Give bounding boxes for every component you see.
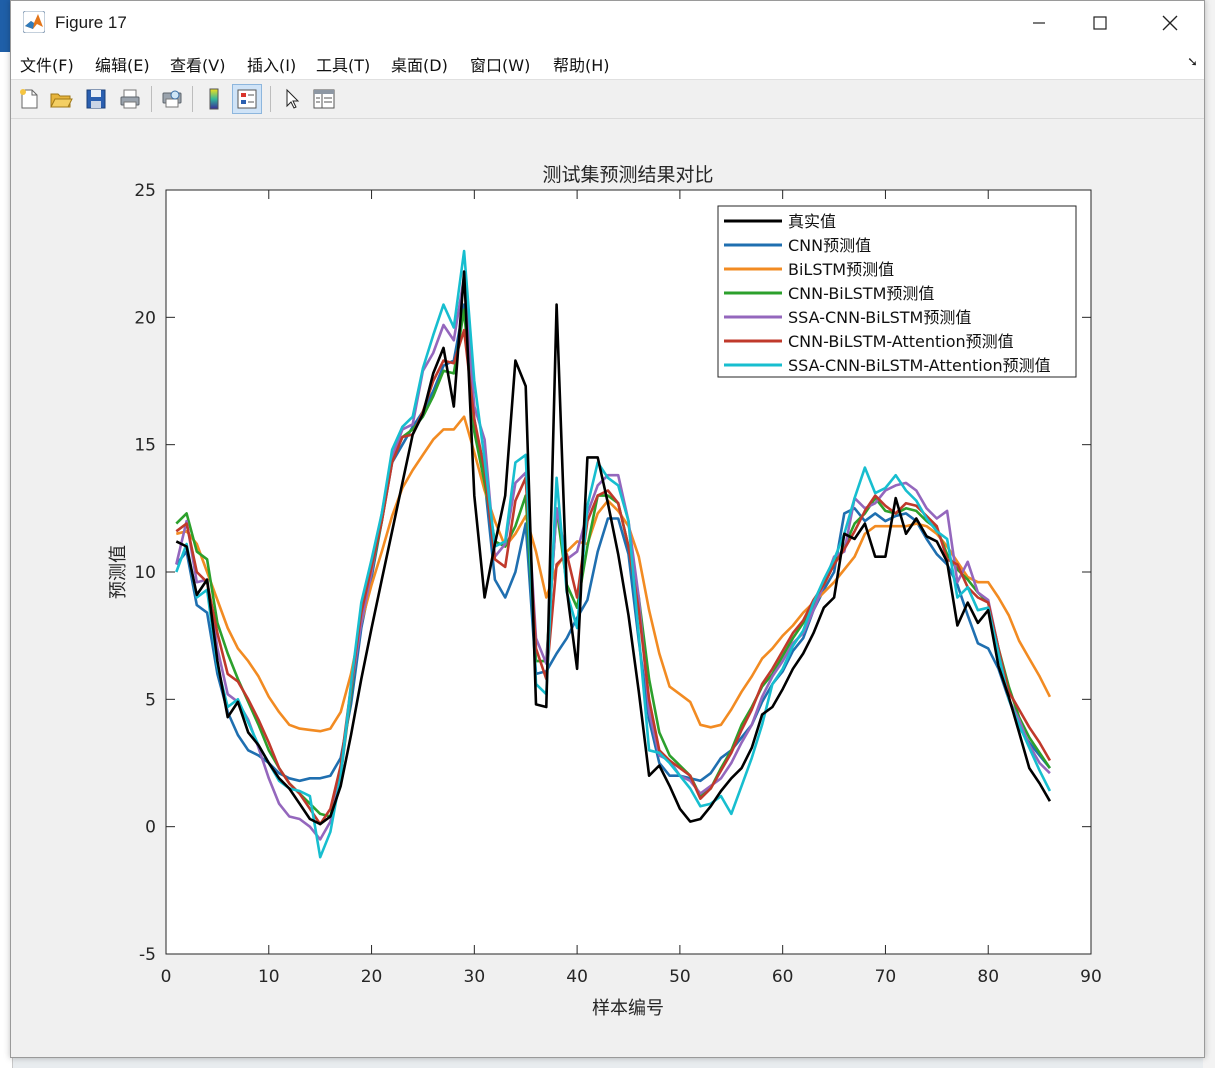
legend-entry: SSA-CNN-BiLSTM预测值: [788, 308, 971, 327]
x-tick-label: 50: [669, 967, 691, 987]
property-inspector-button[interactable]: [309, 84, 339, 114]
y-axis-label: 预测值: [108, 545, 129, 599]
insert-legend-button[interactable]: [232, 84, 262, 114]
property-inspector-icon: [313, 89, 335, 109]
x-tick-label: 0: [161, 967, 172, 987]
menu-window[interactable]: 窗口(W): [470, 52, 530, 76]
legend-entry: CNN预测值: [788, 236, 871, 255]
maximize-button[interactable]: [1077, 1, 1123, 45]
window-title: Figure 17: [55, 13, 127, 32]
print-icon: [120, 89, 140, 109]
chart-title: 测试集预测结果对比: [542, 164, 713, 186]
close-button[interactable]: [1147, 1, 1193, 45]
x-tick-label: 70: [875, 967, 897, 987]
save-button[interactable]: [81, 84, 111, 114]
legend-entry: BiLSTM预测值: [788, 260, 894, 279]
matlab-logo-icon: [23, 11, 45, 33]
menu-file[interactable]: 文件(F): [20, 52, 74, 76]
y-tick-label: -5: [139, 945, 156, 965]
insert-colorbar-button[interactable]: [199, 84, 229, 114]
y-tick-label: 25: [134, 181, 156, 201]
legend-entry: SSA-CNN-BiLSTM-Attention预测值: [788, 356, 1051, 375]
y-tick-label: 0: [145, 818, 156, 838]
x-tick-label: 40: [566, 967, 588, 987]
x-tick-label: 10: [258, 967, 280, 987]
legend-entry: CNN-BiLSTM-Attention预测值: [788, 332, 1014, 351]
x-tick-label: 60: [772, 967, 794, 987]
menu-edit[interactable]: 编辑(E): [95, 52, 150, 76]
figure-canvas: 测试集预测结果对比 0 10 20 30 40 50 60 70 80 90 -5 0 5 10 15 20 2…: [11, 119, 1204, 1057]
y-tick-label: 20: [134, 308, 156, 328]
legend-entry: 真实值: [788, 212, 836, 231]
save-icon: [86, 89, 106, 109]
toolbar: [11, 80, 1204, 119]
figure-window: Figure 17 文件(F) 编辑(E) 查看(V) 插入(I) 工具(T) …: [10, 0, 1205, 1058]
minimize-button[interactable]: [1016, 1, 1062, 45]
x-axis-label: 样本编号: [592, 998, 664, 1019]
print-button[interactable]: [115, 84, 145, 114]
line-chart[interactable]: 测试集预测结果对比 0 10 20 30 40 50 60 70 80 90-5051015202…: [11, 119, 1204, 1057]
pointer-icon: [286, 88, 300, 109]
maximize-icon: [1093, 16, 1107, 30]
close-icon: [1162, 15, 1178, 31]
new-figure-icon: [20, 89, 38, 109]
toolbar-separator: [151, 86, 152, 112]
dock-arrow-icon[interactable]: ➘: [1187, 55, 1198, 70]
legend-entry: CNN-BiLSTM预测值: [788, 284, 934, 303]
menu-bar: 文件(F) 编辑(E) 查看(V) 插入(I) 工具(T) 桌面(D) 窗口(W…: [11, 45, 1204, 80]
x-tick-label: 20: [361, 967, 383, 987]
menu-tools[interactable]: 工具(T): [316, 52, 370, 76]
title-bar[interactable]: Figure 17: [11, 1, 1204, 45]
x-tick-label: 80: [977, 967, 999, 987]
print-preview-button[interactable]: [157, 84, 187, 114]
menu-insert[interactable]: 插入(I): [247, 52, 296, 76]
open-file-icon: [50, 93, 73, 108]
edit-plot-button[interactable]: [277, 84, 307, 114]
x-tick-label: 30: [464, 967, 486, 987]
y-tick-label: 5: [145, 690, 156, 710]
open-file-button[interactable]: [46, 84, 76, 114]
y-tick-label: 10: [134, 563, 156, 583]
menu-desktop[interactable]: 桌面(D): [391, 52, 448, 76]
minimize-icon: [1033, 22, 1045, 24]
toolbar-separator: [270, 86, 271, 112]
menu-view[interactable]: 查看(V): [170, 52, 225, 76]
toolbar-separator: [192, 86, 193, 112]
legend-icon: [237, 89, 257, 109]
colorbar-icon: [209, 88, 219, 110]
x-tick-label: 90: [1080, 967, 1102, 987]
print-preview-icon: [162, 90, 182, 108]
menu-help[interactable]: 帮助(H): [553, 52, 610, 76]
y-tick-label: 15: [134, 436, 156, 456]
new-figure-button[interactable]: [14, 84, 44, 114]
